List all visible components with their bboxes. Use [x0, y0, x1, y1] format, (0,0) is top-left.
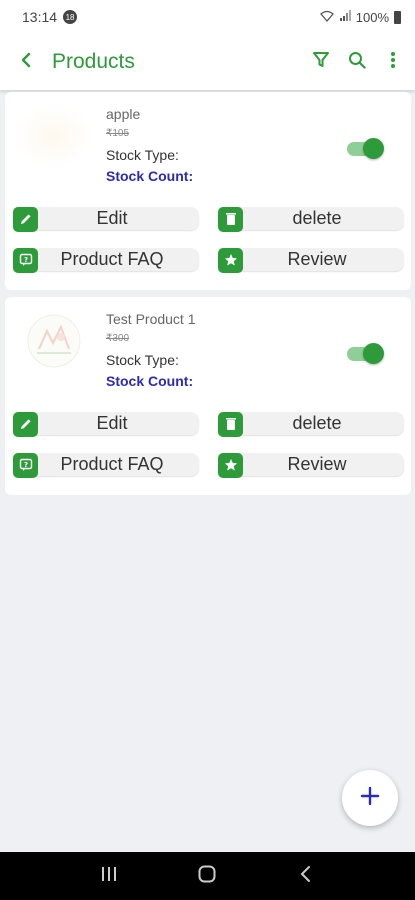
battery-icon [394, 10, 401, 24]
trash-icon [218, 411, 243, 437]
wifi-icon [319, 10, 334, 25]
product-active-toggle[interactable] [347, 138, 384, 160]
review-button[interactable]: Review [218, 452, 404, 478]
stock-count-label: Stock Count: [106, 168, 194, 184]
faq-icon: ? [13, 452, 38, 478]
notification-badge: 18 [63, 10, 78, 24]
delete-button[interactable]: delete [218, 206, 404, 232]
edit-label: Edit [25, 207, 199, 230]
delete-label: delete [230, 207, 404, 230]
filter-icon [312, 51, 330, 74]
product-price: ₹105 [106, 128, 130, 139]
product-image [17, 106, 91, 166]
edit-button[interactable]: Edit [13, 411, 199, 437]
recent-apps-icon [100, 866, 118, 887]
product-image [17, 311, 91, 371]
product-card: apple ₹105 Stock Type: Stock Count: Edit… [5, 92, 411, 290]
star-icon [218, 452, 243, 478]
edit-button[interactable]: Edit [13, 206, 199, 232]
stock-count-label: Stock Count: [106, 373, 194, 389]
plus-icon [360, 786, 380, 811]
product-active-toggle[interactable] [347, 343, 384, 365]
faq-icon: ? [13, 247, 38, 273]
product-faq-label: Product FAQ [25, 453, 199, 476]
product-name: apple [106, 106, 141, 122]
status-bar: 13:14 18 100% [0, 0, 415, 34]
product-card: Test Product 1 ₹300 Stock Type: Stock Co… [5, 297, 411, 495]
product-price: ₹300 [106, 333, 130, 344]
home-icon [197, 864, 217, 889]
pencil-icon [13, 411, 38, 437]
delete-label: delete [230, 412, 404, 435]
search-button[interactable] [341, 42, 373, 82]
product-name: Test Product 1 [106, 311, 196, 327]
system-nav-bar [0, 852, 415, 900]
more-options-button[interactable] [377, 42, 409, 82]
recent-apps-button[interactable] [89, 856, 129, 896]
review-label: Review [230, 453, 404, 476]
delete-button[interactable]: delete [218, 411, 404, 437]
signal-icon [339, 9, 351, 25]
review-label: Review [230, 248, 404, 271]
filter-button[interactable] [305, 42, 337, 82]
add-product-button[interactable] [342, 770, 398, 826]
app-bar: Products [0, 34, 415, 90]
back-button[interactable] [0, 34, 52, 90]
back-arrow-icon [18, 52, 34, 73]
status-time: 13:14 [22, 9, 58, 25]
star-icon [218, 247, 243, 273]
back-icon [299, 865, 313, 888]
battery-percent: 100% [355, 9, 389, 25]
home-button[interactable] [187, 856, 227, 896]
edit-label: Edit [25, 412, 199, 435]
product-faq-button[interactable]: ? Product FAQ [13, 452, 199, 478]
svg-text:?: ? [23, 256, 27, 264]
stock-type-label: Stock Type: [106, 352, 179, 368]
system-back-button[interactable] [286, 856, 326, 896]
search-icon [348, 51, 366, 74]
stock-type-label: Stock Type: [106, 147, 179, 163]
product-faq-label: Product FAQ [25, 248, 199, 271]
trash-icon [218, 206, 243, 232]
page-title: Products [52, 50, 135, 73]
review-button[interactable]: Review [218, 247, 404, 273]
pencil-icon [13, 206, 38, 232]
svg-text:?: ? [23, 461, 27, 469]
more-vert-icon [390, 51, 396, 74]
product-faq-button[interactable]: ? Product FAQ [13, 247, 199, 273]
